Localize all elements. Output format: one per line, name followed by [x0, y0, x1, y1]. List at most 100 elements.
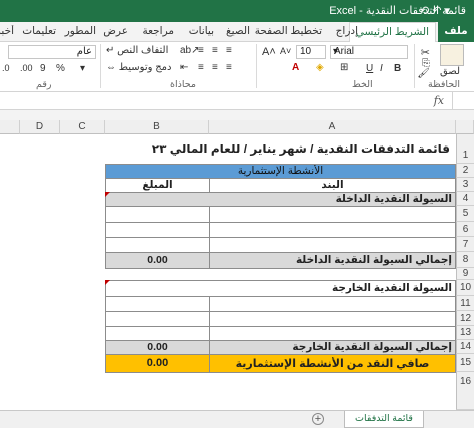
row-header-5[interactable]: 5 — [456, 206, 474, 222]
select-all-corner[interactable] — [456, 120, 474, 134]
column-header-b[interactable]: B — [105, 120, 209, 134]
column-header-d[interactable]: D — [20, 120, 60, 134]
align-right-icon[interactable]: ≡ — [226, 62, 232, 73]
row-header-12[interactable]: 12 — [456, 311, 474, 326]
inflow-item-cell[interactable] — [209, 222, 456, 238]
row-header-3[interactable]: 3 — [456, 178, 474, 192]
percent-icon[interactable]: % — [56, 63, 65, 74]
row-header-1[interactable]: 1 — [456, 134, 474, 164]
section-title: الأنشطة الإستثمارية — [237, 165, 324, 177]
ribbon-tabs: ملف الشريط الرئيسي إدراج تخطيط الصفحة ال… — [0, 22, 474, 43]
name-box[interactable] — [452, 92, 474, 109]
outflow-amount-cell[interactable] — [105, 311, 210, 327]
wrap-text-button[interactable]: التفاف النص ↵ — [106, 45, 168, 56]
row-header-14[interactable]: 14 — [456, 340, 474, 354]
add-sheet-icon[interactable]: + — [312, 413, 324, 425]
tab-insert[interactable]: إدراج — [336, 25, 358, 37]
row-header-16[interactable]: 16 — [456, 372, 474, 410]
align-center-icon[interactable]: ≡ — [212, 62, 218, 73]
net-label: صافي النقد من الأنشطة الإستثمارية — [235, 358, 430, 370]
align-top-icon[interactable]: ≡ — [226, 45, 232, 56]
tab-home[interactable]: الشريط الرئيسي — [348, 22, 436, 43]
row-header-2[interactable]: 2 — [456, 164, 474, 178]
outflow-header: السيولة النقدية الخارجة — [331, 282, 452, 294]
row-header-6[interactable]: 6 — [456, 222, 474, 237]
row-header-13[interactable]: 13 — [456, 326, 474, 340]
tab-help[interactable]: تعليمات — [22, 25, 56, 37]
number-format-box[interactable]: عام — [8, 45, 96, 59]
tab-view[interactable]: عرض — [103, 25, 128, 37]
align-left-icon[interactable]: ≡ — [198, 62, 204, 73]
italic-icon[interactable]: I — [380, 63, 383, 74]
increase-decimal-icon[interactable]: .00 — [20, 63, 33, 73]
currency-icon[interactable]: ▾ — [80, 63, 85, 74]
amount-header: المبلغ — [142, 179, 173, 191]
inflow-amount-cell[interactable] — [105, 237, 210, 253]
inflow-item-cell[interactable] — [209, 206, 456, 223]
tab-tell-me[interactable]: أخبرني بما تريد — [0, 25, 14, 37]
inflow-total-label: إجمالي السيولة النقدية الداخلة — [295, 254, 452, 266]
outflow-amount-cell[interactable] — [105, 296, 210, 312]
ribbon-home: لصق ✂ ⎘ 🖌 الحافظة Arial ▾ 10 A˄ A˅ B I U … — [0, 42, 474, 92]
merge-center-button[interactable]: دمج وتوسيط ⇔ — [106, 62, 172, 73]
outflow-amount-cell[interactable] — [105, 326, 210, 341]
inflow-item-cell[interactable] — [209, 237, 456, 253]
tab-review[interactable]: مراجعة — [142, 25, 174, 37]
bold-icon[interactable]: B — [394, 63, 401, 74]
merge-icon: ⇔ — [106, 62, 116, 73]
row-header-8[interactable]: 8 — [456, 252, 474, 268]
outflow-item-cell[interactable] — [209, 311, 456, 327]
grow-font-icon[interactable]: A˄ — [262, 46, 276, 58]
outflow-item-cell[interactable] — [209, 326, 456, 341]
chevron-down-icon: ▾ — [333, 46, 339, 57]
insert-function-icon[interactable]: fx — [434, 94, 444, 107]
tab-page-layout[interactable]: تخطيط الصفحة — [255, 25, 322, 37]
row-header-10[interactable]: 10 — [456, 280, 474, 296]
font-size-box[interactable]: 10 — [296, 45, 326, 59]
paste-button[interactable]: لصق — [440, 66, 460, 77]
column-header-a[interactable]: A — [209, 120, 456, 134]
sheet-tab-cash-flow[interactable]: قائمة التدفقات النقدية — [344, 411, 424, 428]
sheet-title[interactable]: قائمة التدفقات النقدية / شهر يناير / للع… — [150, 142, 450, 156]
row-header-9[interactable]: 9 — [456, 268, 474, 280]
row-header-11[interactable]: 11 — [456, 296, 474, 311]
tab-developer[interactable]: المطور — [65, 25, 96, 37]
group-clipboard: الحافظة — [428, 79, 460, 90]
font-name-box[interactable]: Arial ▾ — [330, 45, 408, 59]
indent-icon[interactable]: ⇤ — [180, 62, 188, 73]
row-header-4[interactable]: 4 — [456, 192, 474, 206]
align-middle-icon[interactable]: ≡ — [212, 45, 218, 56]
inflow-amount-cell[interactable] — [105, 206, 210, 223]
underline-icon[interactable]: U — [366, 63, 373, 74]
bar-gap — [0, 110, 474, 120]
inflow-amount-cell[interactable] — [105, 222, 210, 238]
column-header-c[interactable]: C — [60, 120, 105, 134]
formula-input[interactable] — [0, 92, 410, 109]
fill-color-icon[interactable]: ◈ — [316, 62, 324, 73]
net-value: 0.00 — [146, 357, 169, 369]
inflow-total: 0.00 — [147, 254, 168, 266]
tab-formulas[interactable]: الصيغ — [226, 25, 250, 37]
paste-icon[interactable] — [440, 44, 464, 66]
decrease-decimal-icon[interactable]: .0 — [2, 63, 10, 73]
borders-icon[interactable]: ⊞ — [340, 62, 348, 73]
column-header-e[interactable] — [0, 120, 20, 134]
item-header: البند — [321, 179, 344, 191]
comma-icon[interactable]: 9 — [40, 63, 46, 74]
shrink-font-icon[interactable]: A˅ — [280, 46, 291, 56]
tab-data[interactable]: بيانات — [189, 25, 214, 37]
spreadsheet-grid: A B C D 1 2 3 4 5 6 7 8 9 10 11 12 13 14… — [0, 120, 474, 410]
wrap-text-icon: ↵ — [106, 45, 115, 56]
separator — [100, 44, 101, 88]
font-color-icon[interactable]: A — [292, 62, 299, 73]
formula-bar: fx — [0, 92, 474, 110]
tab-file[interactable]: ملف — [438, 22, 474, 42]
inflow-header: السيولة النقدية الداخلة — [335, 193, 452, 205]
orientation-icon[interactable]: ab↗ — [180, 45, 200, 56]
comment-indicator — [105, 192, 110, 197]
outflow-item-cell[interactable] — [209, 296, 456, 312]
format-painter-icon[interactable]: 🖌 — [417, 68, 430, 79]
window-title: قائمة التدفقات النقدية - Excel — [329, 5, 466, 17]
row-header-15[interactable]: 15 — [456, 354, 474, 372]
row-header-7[interactable]: 7 — [456, 237, 474, 252]
